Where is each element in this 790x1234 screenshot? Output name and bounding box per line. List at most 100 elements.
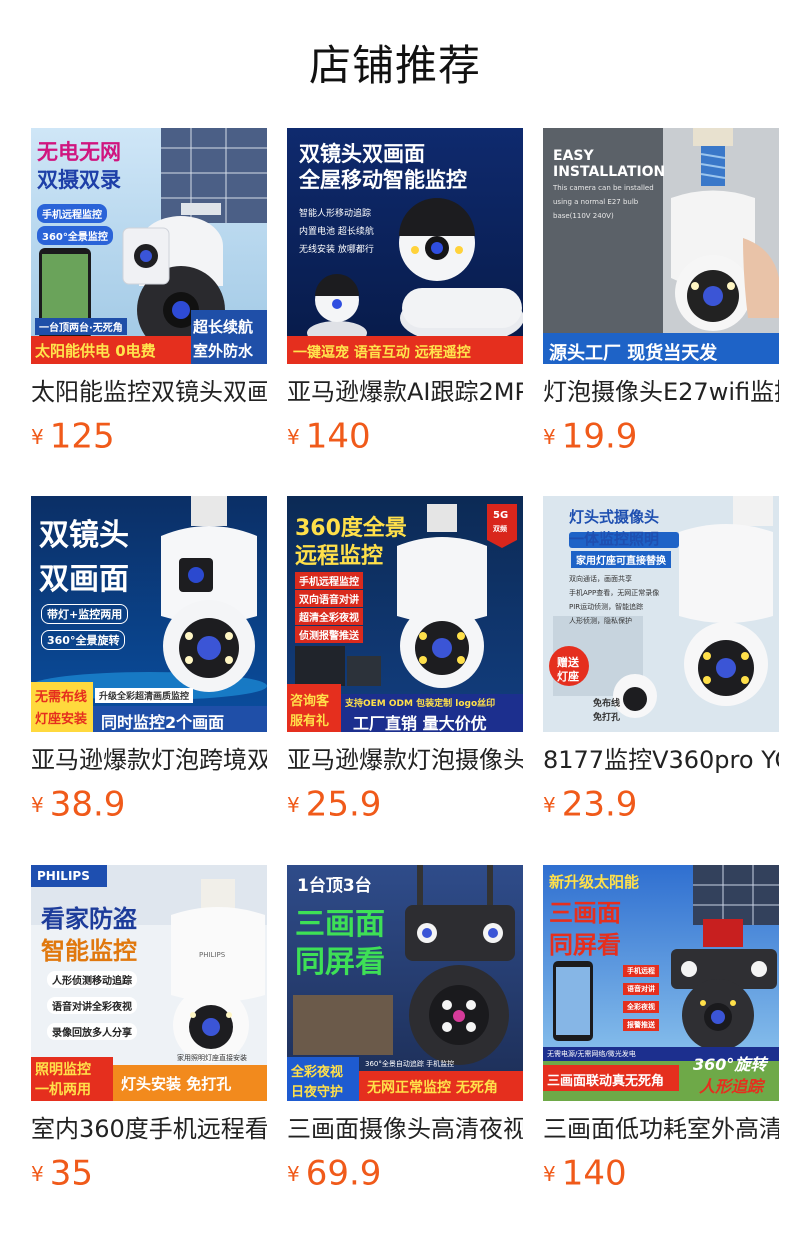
image-tag: 家用灯座可直接替换 bbox=[571, 551, 671, 568]
image-text: 无需电源/无需网络/微光发电 bbox=[547, 1050, 636, 1058]
image-text: 灯头安装 免打孔 bbox=[121, 1075, 232, 1093]
product-image[interactable]: 360度全景 远程监控 5G 双频 手机远程监控 双向语音对讲 超清全彩夜视 侦… bbox=[287, 496, 523, 732]
image-badge: 5G bbox=[493, 510, 509, 521]
image-text: 360°全景自动追踪 手机监控 bbox=[365, 1060, 455, 1068]
product-name[interactable]: 太阳能监控双镜头双画面 bbox=[31, 376, 267, 408]
image-bullet: 无线安装 放哪都行 bbox=[299, 245, 374, 255]
image-text: 日夜守护 bbox=[291, 1085, 344, 1100]
price-amount: 69.9 bbox=[305, 1153, 382, 1194]
image-headline: 同屏看 bbox=[549, 931, 621, 959]
product-image[interactable]: 双镜头双画面 全屋移动智能监控 智能人形移动追踪 内置电池 超长续航 无线安装 … bbox=[287, 128, 523, 364]
image-tag: 语音对讲全彩夜视 bbox=[47, 997, 137, 1014]
image-text: 升级全彩超清画质监控 bbox=[95, 688, 194, 703]
product-card[interactable]: 灯头式摄像头 一体监控照明 家用灯座可直接替换 双向通话，画面共享 手机APP查… bbox=[543, 496, 779, 824]
image-bullet: 内置电池 超长续航 bbox=[299, 227, 374, 237]
product-card[interactable]: 360度全景 远程监控 5G 双频 手机远程监控 双向语音对讲 超清全彩夜视 侦… bbox=[287, 496, 523, 824]
image-headline: 双画面 bbox=[39, 562, 129, 597]
price-amount: 19.9 bbox=[561, 416, 638, 457]
image-headline: 1台顶3台 bbox=[297, 876, 372, 896]
product-image[interactable]: 双镜头 双画面 带灯+监控两用 360°全景旋转 无需布线 灯座安装 升级全彩超… bbox=[31, 496, 267, 732]
image-bullet: 智能人形移动追踪 bbox=[299, 209, 372, 219]
product-name[interactable]: 亚马逊爆款灯泡跨境双镜头 bbox=[31, 744, 267, 776]
image-text: 免布线 bbox=[593, 699, 621, 709]
currency-symbol: ¥ bbox=[31, 424, 44, 449]
image-tag: 报警推送 bbox=[623, 1019, 659, 1031]
image-text: using a normal E27 bulb bbox=[553, 198, 639, 206]
product-image[interactable]: 新升级太阳能 三画面 同屏看 手机远程 语音对讲 全彩夜视 报警推送 无需电源/… bbox=[543, 865, 779, 1101]
product-name[interactable]: 亚马逊爆款灯泡摄像头5G bbox=[287, 744, 523, 776]
product-name[interactable]: 8177监控V360pro YOOSEE bbox=[543, 744, 779, 776]
image-headline: 智能监控 bbox=[41, 937, 137, 965]
image-text: 太阳能供电 0电费 bbox=[35, 342, 156, 360]
image-headline: 新升级太阳能 bbox=[549, 873, 640, 891]
product-price: ¥140 bbox=[287, 416, 523, 457]
image-headline: 双摄双录 bbox=[37, 168, 121, 192]
product-name[interactable]: 灯泡摄像头E27wifi监控 bbox=[543, 376, 779, 408]
product-price: ¥125 bbox=[31, 416, 267, 457]
product-name[interactable]: 三画面低功耗室外高清 bbox=[543, 1113, 779, 1145]
image-text: 免打孔 bbox=[593, 713, 621, 723]
currency-symbol: ¥ bbox=[287, 1161, 300, 1186]
image-text: 服有礼 bbox=[290, 714, 330, 729]
product-card[interactable]: 双镜头 双画面 带灯+监控两用 360°全景旋转 无需布线 灯座安装 升级全彩超… bbox=[31, 496, 267, 824]
image-text: 同时监控2个画面 bbox=[101, 713, 225, 732]
bulb-brand: PHILIPS bbox=[199, 951, 226, 959]
image-tag: 一台顶两台·无死角 bbox=[35, 318, 127, 335]
product-price: ¥23.9 bbox=[543, 784, 779, 825]
currency-symbol: ¥ bbox=[31, 1161, 44, 1186]
image-text: 无网正常监控 无死角 bbox=[367, 1080, 498, 1096]
product-image[interactable]: 灯头式摄像头 一体监控照明 家用灯座可直接替换 双向通话，画面共享 手机APP查… bbox=[543, 496, 779, 732]
image-headline: 双镜头 bbox=[39, 518, 129, 553]
product-card[interactable]: 双镜头双画面 全屋移动智能监控 智能人形移动追踪 内置电池 超长续航 无线安装 … bbox=[287, 128, 523, 456]
image-text: 无需布线 bbox=[35, 690, 88, 705]
image-tag: 360°全景旋转 bbox=[41, 630, 126, 650]
image-text: base(110V 240V) bbox=[553, 212, 614, 220]
product-price: ¥38.9 bbox=[31, 784, 267, 825]
image-text: 源头工厂 现货当天发 bbox=[549, 343, 718, 364]
product-image[interactable]: 1台顶3台 三画面 同屏看 360°全景自动追踪 手机监控 全彩夜视 日夜守护 … bbox=[287, 865, 523, 1101]
currency-symbol: ¥ bbox=[31, 792, 44, 817]
product-name[interactable]: 亚马逊爆款AI跟踪2MP bbox=[287, 376, 523, 408]
product-name[interactable]: 室内360度手机远程看家 bbox=[31, 1113, 267, 1145]
image-badge: 双频 bbox=[493, 525, 507, 533]
price-amount: 25.9 bbox=[305, 784, 382, 825]
image-tag: 手机远程监控 bbox=[295, 572, 363, 589]
image-headline: 远程监控 bbox=[295, 544, 384, 569]
image-text: This camera can be installed bbox=[553, 184, 654, 192]
product-image[interactable]: 无电无网 双摄双录 手机远程监控 360°全景监控 一台顶两台·无死角 超长续航… bbox=[31, 128, 267, 364]
image-text: 家用照明灯座直接安装 bbox=[177, 1054, 247, 1062]
price-amount: 125 bbox=[49, 416, 115, 457]
image-headline: 三画面 bbox=[549, 899, 621, 927]
image-bullet: 手机APP查看，无网正常录像 bbox=[569, 589, 660, 597]
image-text: 室外防水 bbox=[193, 342, 254, 360]
image-badge: 灯座 bbox=[557, 670, 579, 683]
brand-logo: PHILIPS bbox=[37, 869, 90, 883]
image-text: 照明监控 bbox=[35, 1062, 91, 1078]
product-card[interactable]: PHILIPS PHILIPS 看家防盗 智能监控 人形侦测移动追踪 语音对讲全… bbox=[31, 865, 267, 1193]
product-image[interactable]: PHILIPS PHILIPS 看家防盗 智能监控 人形侦测移动追踪 语音对讲全… bbox=[31, 865, 267, 1101]
image-headline: EASY bbox=[553, 148, 594, 164]
product-image[interactable]: EASY INSTALLATION This camera can be ins… bbox=[543, 128, 779, 364]
image-bullet: PIR运动侦测，智能追踪 bbox=[569, 603, 644, 611]
currency-symbol: ¥ bbox=[543, 1161, 556, 1186]
image-bullet: 人形侦测，隐私保护 bbox=[569, 617, 632, 625]
image-tag: 侦测报警推送 bbox=[295, 626, 363, 643]
image-text: 一键逗宠 语音互动 远程遥控 bbox=[293, 345, 471, 361]
image-headline: 无电无网 bbox=[37, 140, 121, 164]
image-tag: 全彩夜视 bbox=[623, 1001, 659, 1013]
currency-symbol: ¥ bbox=[287, 424, 300, 449]
image-text: 三画面联动真无死角 bbox=[547, 1074, 665, 1089]
product-card[interactable]: 新升级太阳能 三画面 同屏看 手机远程 语音对讲 全彩夜视 报警推送 无需电源/… bbox=[543, 865, 779, 1193]
product-card[interactable]: 无电无网 双摄双录 手机远程监控 360°全景监控 一台顶两台·无死角 超长续航… bbox=[31, 128, 267, 456]
image-tag: 手机远程监控 bbox=[37, 204, 107, 223]
product-card[interactable]: 1台顶3台 三画面 同屏看 360°全景自动追踪 手机监控 全彩夜视 日夜守护 … bbox=[287, 865, 523, 1193]
product-price: ¥35 bbox=[31, 1153, 267, 1194]
image-tag: 360°全景监控 bbox=[37, 226, 113, 245]
product-name[interactable]: 三画面摄像头高清夜视 bbox=[287, 1113, 523, 1145]
image-text: 一机两用 bbox=[35, 1082, 91, 1098]
currency-symbol: ¥ bbox=[543, 792, 556, 817]
product-card[interactable]: EASY INSTALLATION This camera can be ins… bbox=[543, 128, 779, 456]
currency-symbol: ¥ bbox=[287, 792, 300, 817]
image-text: 超长续航 bbox=[193, 318, 254, 336]
image-headline: 同屏看 bbox=[295, 945, 385, 980]
